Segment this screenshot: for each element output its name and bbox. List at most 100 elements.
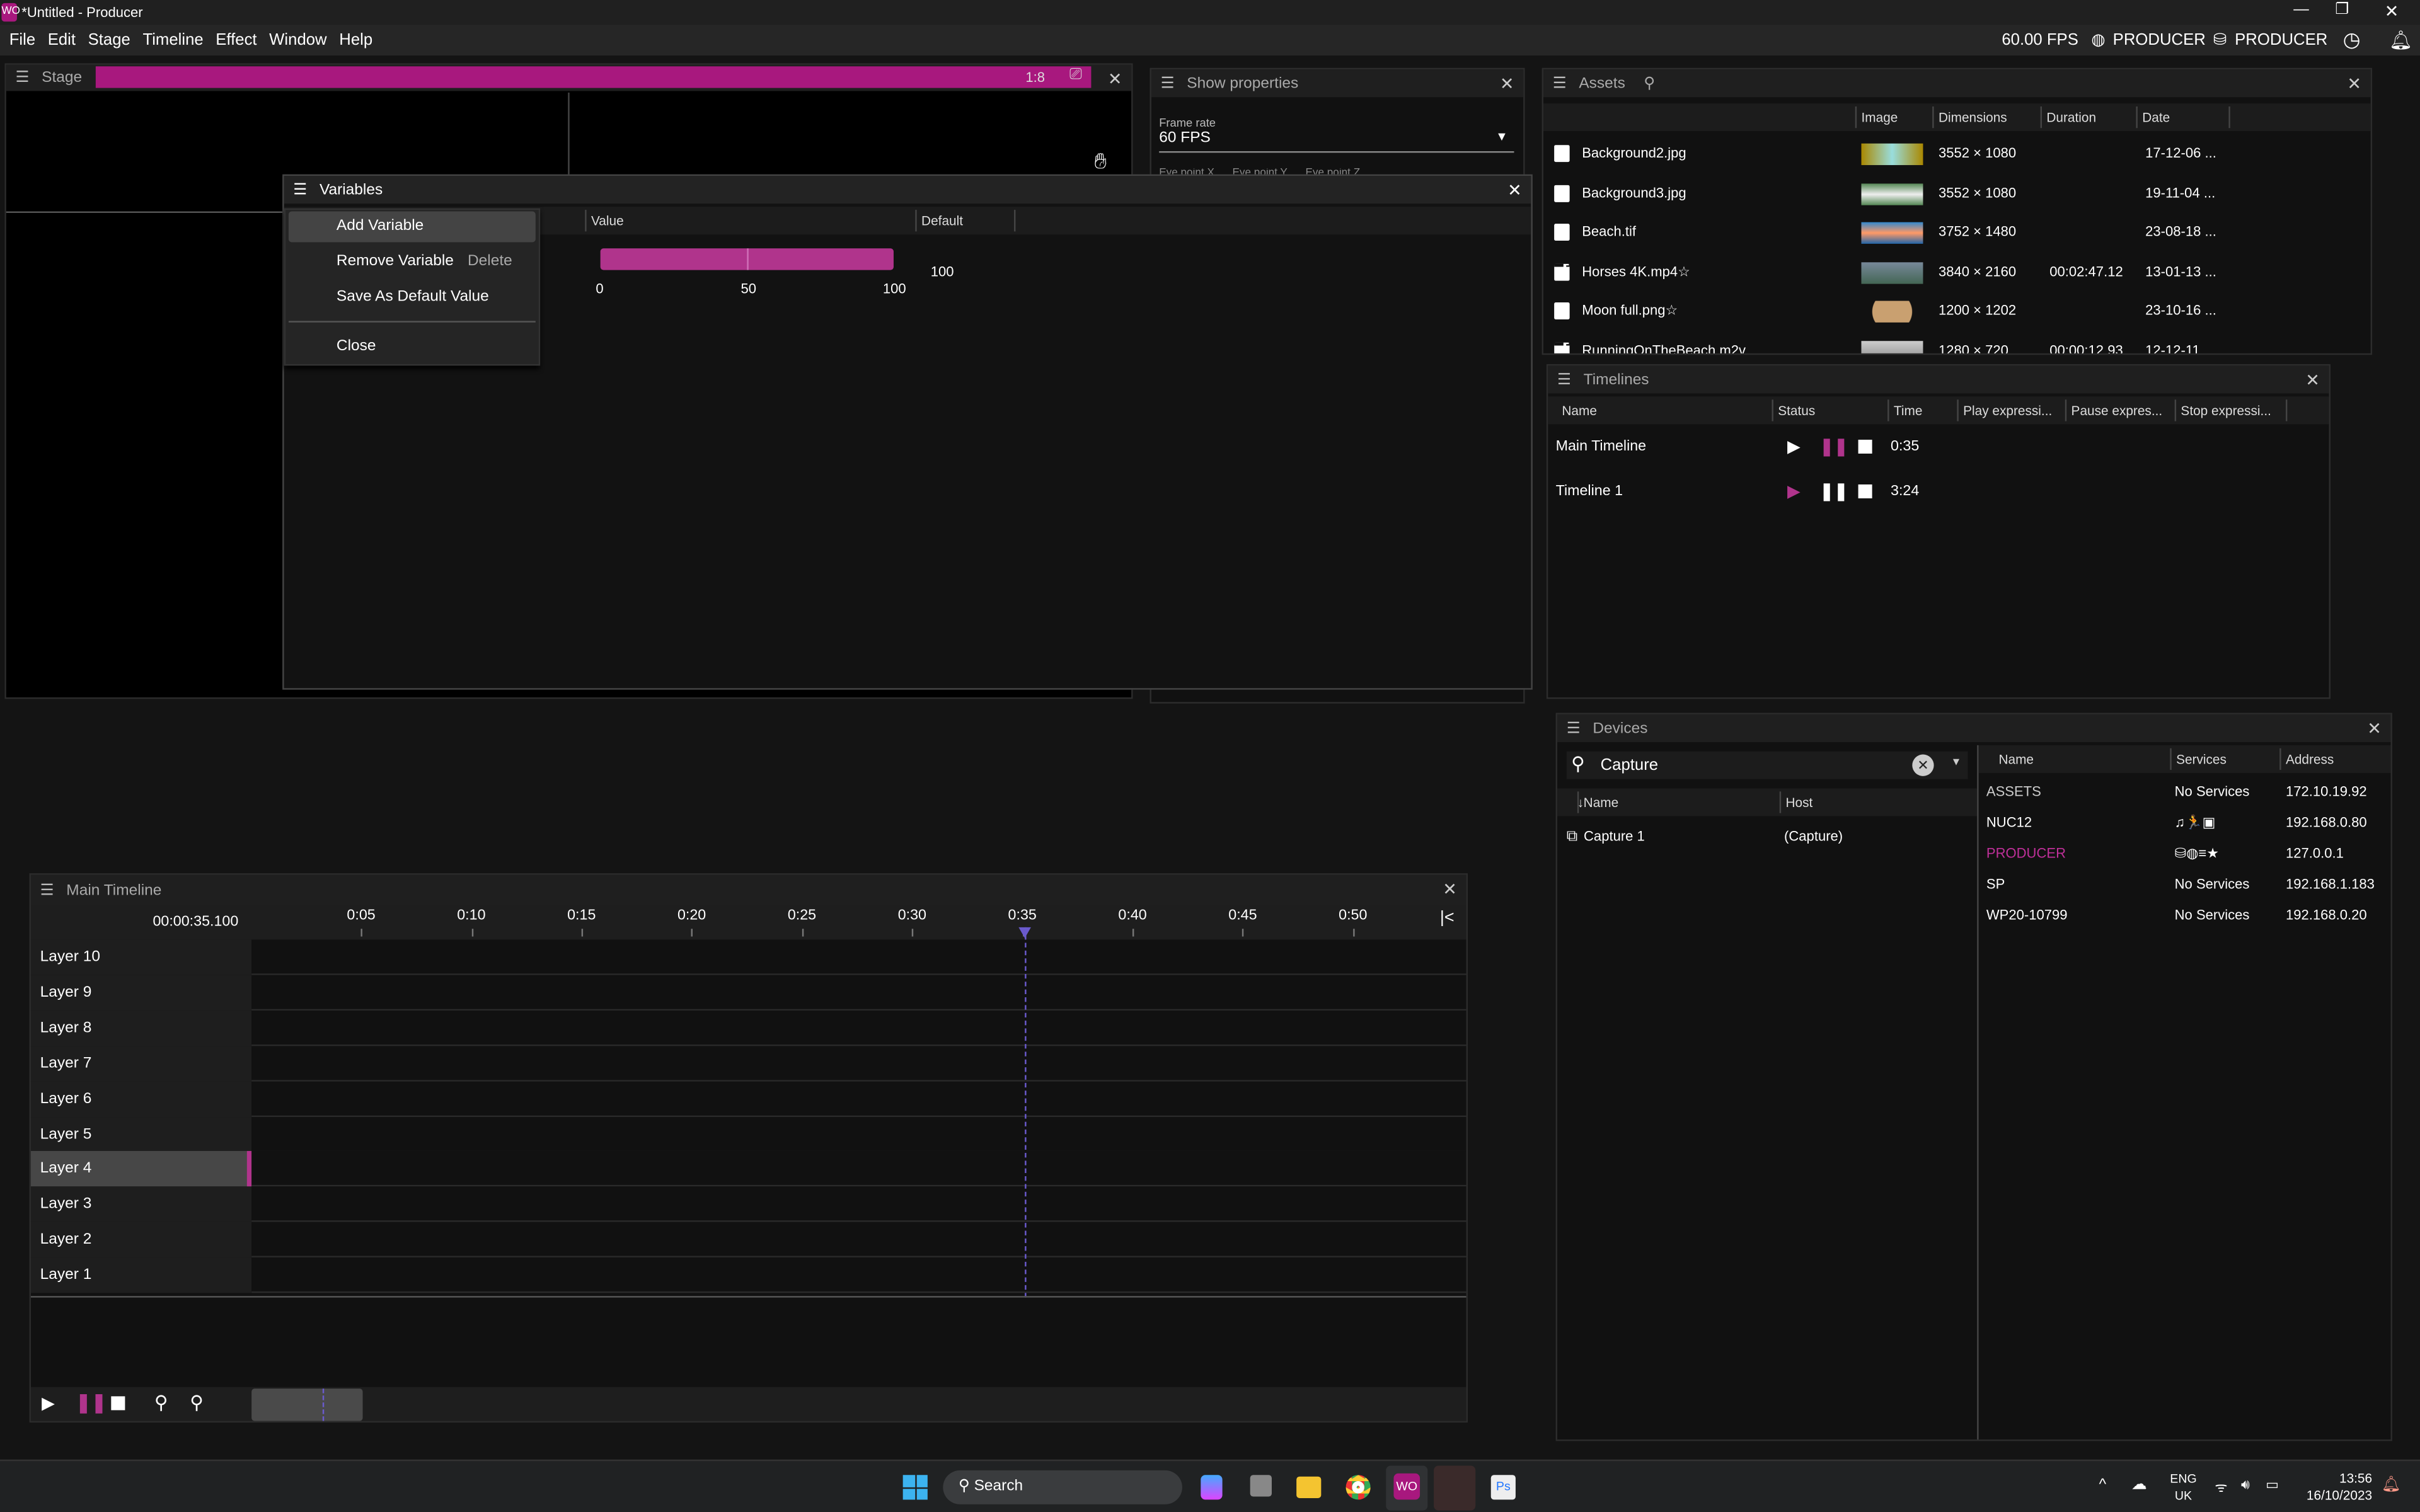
menu-window[interactable]: Window	[269, 31, 326, 49]
chevron-down-icon[interactable]: ▼	[1951, 757, 1962, 768]
layer-label[interactable]: Layer 4	[30, 1151, 252, 1188]
bell-icon[interactable]: 🔔︎	[2389, 30, 2412, 51]
column-name[interactable]: Name	[1994, 748, 2034, 770]
zoom-in-icon[interactable]: ⚲	[190, 1392, 204, 1413]
play-button[interactable]: ▶	[1787, 481, 1801, 500]
search-input[interactable]: Capture	[1601, 756, 1658, 774]
taskbar-search[interactable]: ⚲ Search	[943, 1470, 1182, 1504]
asset-row[interactable]: Background3.jpg 3552 × 1080 19-11-04 ...	[1543, 174, 2371, 212]
close-icon[interactable]: ✕	[1507, 181, 1522, 200]
device-search[interactable]: ⚲ Capture ✕ ▼	[1566, 751, 1968, 779]
menu-effect[interactable]: Effect	[216, 31, 256, 49]
zoom-ratio[interactable]: 1:8	[1025, 69, 1045, 84]
close-window-button[interactable]: ✕	[2385, 1, 2399, 21]
remove-variable-item[interactable]: Remove Variable Delete	[285, 244, 539, 279]
asset-row[interactable]: RunningOnTheBeach.m2v 1280 × 720 00:00:12.…	[1543, 332, 2371, 353]
layer-track[interactable]	[251, 1045, 1466, 1081]
close-icon[interactable]: ✕	[2367, 719, 2382, 739]
network-status[interactable]: PRODUCER	[2113, 31, 2206, 49]
menu-icon[interactable]: ☰	[1557, 371, 1571, 388]
pause-button[interactable]: ❚❚	[1819, 481, 1848, 500]
menu-timeline[interactable]: Timeline	[142, 31, 203, 49]
add-variable-item[interactable]: Add Variable	[288, 211, 536, 243]
layer-label[interactable]: Layer 3	[30, 1187, 252, 1223]
device-row[interactable]: PRODUCER ⛁◍≡★ 127.0.0.1	[1979, 841, 2391, 869]
column-date[interactable]: Date	[2136, 106, 2228, 129]
photoshop-icon[interactable]: Ps	[1490, 1475, 1516, 1500]
stop-button[interactable]	[111, 1396, 125, 1411]
close-item[interactable]: Close	[285, 329, 539, 364]
column-name[interactable]: Name	[1557, 399, 1773, 421]
onedrive-icon[interactable]: ☁	[2131, 1477, 2146, 1494]
menu-icon[interactable]: ☰	[15, 69, 29, 86]
column-image[interactable]: Image	[1855, 106, 1932, 129]
go-to-start-icon[interactable]: |<	[1440, 908, 1455, 927]
layer-track[interactable]	[251, 975, 1466, 1011]
menu-help[interactable]: Help	[339, 31, 372, 49]
layer-label[interactable]: Layer 9	[30, 975, 252, 1011]
database-status[interactable]: PRODUCER	[2235, 31, 2327, 49]
layer-label[interactable]: Layer 5	[30, 1116, 252, 1152]
layer-label[interactable]: Layer 1	[30, 1257, 252, 1293]
device-row[interactable]: SP No Services 192.168.1.183	[1979, 872, 2391, 900]
column-status[interactable]: Status	[1772, 399, 1887, 421]
restore-button[interactable]: ❐	[2335, 1, 2349, 18]
start-button[interactable]	[902, 1475, 928, 1500]
asset-row[interactable]: Background2.jpg 3552 × 1080 17-12-06 ...	[1543, 134, 2371, 173]
layer-track[interactable]	[251, 1187, 1466, 1223]
frame-rate-select[interactable]: 60 FPS ▼	[1159, 130, 1514, 153]
column-name[interactable]: Name ↓	[1573, 791, 1618, 813]
device-row[interactable]: ASSETS No Services 172.10.19.92	[1979, 779, 2391, 807]
timeline-row[interactable]: Timeline 1 ▶ ❚❚ 3:24	[1548, 478, 2329, 505]
pause-button[interactable]: ❚❚	[76, 1392, 107, 1413]
column-duration[interactable]: Duration	[2040, 106, 2136, 129]
device-row[interactable]: ⧉ Capture 1 (Capture)	[1567, 822, 1977, 850]
column-value[interactable]: Value	[585, 210, 915, 232]
column-services[interactable]: Services	[2170, 748, 2227, 770]
column-stop-expression[interactable]: Stop expressi...	[2174, 399, 2286, 421]
menu-file[interactable]: File	[9, 31, 35, 49]
stop-button[interactable]	[1858, 483, 1872, 498]
column-host[interactable]: Host	[1779, 791, 1812, 813]
stage-bar[interactable]: 1:8 ⎚	[95, 66, 1092, 88]
layer-track[interactable]	[251, 1257, 1466, 1293]
volume-icon[interactable]: 🔊︎	[2241, 1477, 2250, 1494]
layer-track[interactable]	[251, 1010, 1466, 1046]
tray-chevron-icon[interactable]: ^	[2099, 1477, 2107, 1494]
timeline-scrollbar-thumb[interactable]	[251, 1389, 363, 1421]
menu-icon[interactable]: ☰	[293, 181, 307, 198]
present-icon[interactable]: ⎚	[1069, 66, 1082, 83]
layer-label[interactable]: Layer 2	[30, 1222, 252, 1258]
layer-track[interactable]	[251, 1222, 1466, 1258]
pause-button[interactable]: ❚❚	[1819, 437, 1848, 457]
device-row[interactable]: WP20-10799 No Services 192.168.0.20	[1979, 903, 2391, 931]
play-button[interactable]: ▶	[42, 1393, 55, 1413]
close-icon[interactable]: ✕	[1500, 74, 1514, 94]
minimize-button[interactable]: —	[2293, 1, 2308, 18]
save-default-item[interactable]: Save As Default Value	[285, 279, 539, 314]
producer-app-icon[interactable]: WO	[1386, 1465, 1428, 1511]
device-row[interactable]: NUC12 ♫🏃▣ 192.168.0.80	[1979, 810, 2391, 838]
close-icon[interactable]: ✕	[2305, 370, 2320, 390]
chrome-icon[interactable]	[1345, 1475, 1371, 1500]
menu-icon[interactable]: ☰	[1567, 719, 1581, 736]
close-icon[interactable]: ✕	[1108, 69, 1122, 89]
layer-track[interactable]	[251, 939, 1466, 975]
column-pause-expression[interactable]: Pause expres...	[2065, 399, 2175, 421]
zoom-out-icon[interactable]: ⚲	[154, 1392, 168, 1413]
menu-stage[interactable]: Stage	[88, 31, 130, 49]
history-icon[interactable]: ◷	[2343, 28, 2361, 52]
copilot-icon[interactable]	[1201, 1475, 1223, 1500]
clock[interactable]: 13:56 16/10/2023	[2295, 1470, 2372, 1504]
column-address[interactable]: Address	[2279, 748, 2334, 770]
column-time[interactable]: Time	[1887, 399, 1957, 421]
layer-label[interactable]: Layer 6	[30, 1080, 252, 1117]
play-button[interactable]: ▶	[1787, 437, 1801, 457]
column-dimensions[interactable]: Dimensions	[1932, 106, 2040, 129]
stop-button[interactable]	[1858, 439, 1872, 454]
menu-edit[interactable]: Edit	[48, 31, 76, 49]
layer-label[interactable]: Layer 7	[30, 1045, 252, 1081]
timeline-divider[interactable]	[30, 1296, 1466, 1298]
layer-track[interactable]	[251, 1080, 1466, 1117]
task-view-icon[interactable]	[1250, 1475, 1272, 1497]
